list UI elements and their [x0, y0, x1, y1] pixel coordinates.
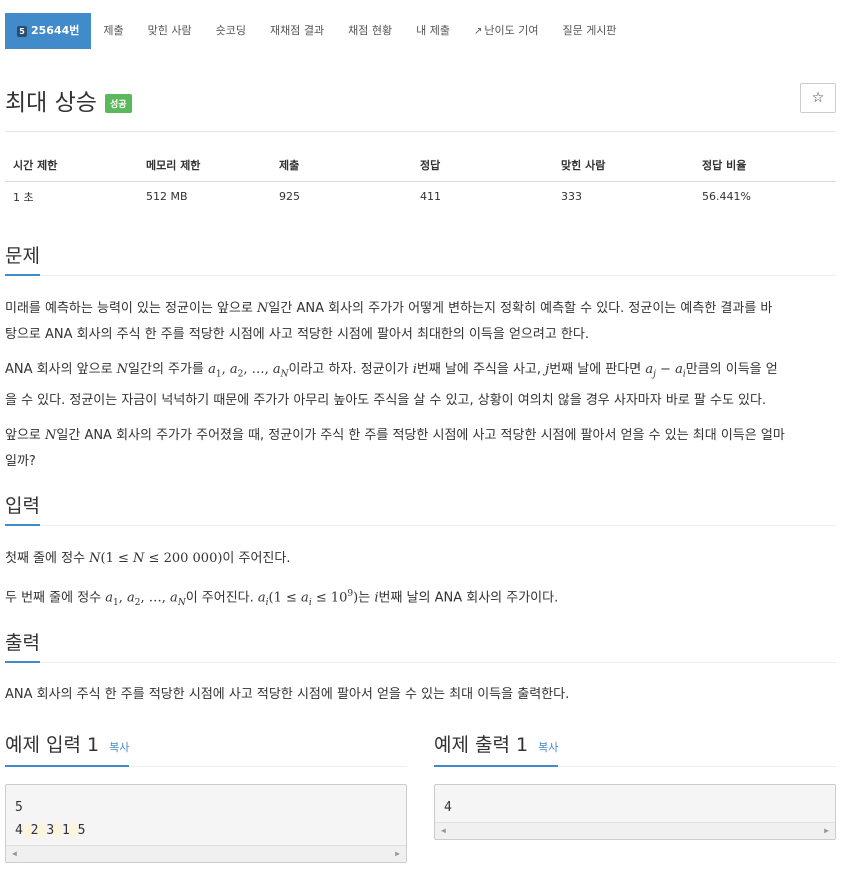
td-accepted: 411: [420, 190, 441, 204]
tier-badge-icon: 5: [17, 25, 27, 37]
th-accepted: 정답: [412, 150, 553, 182]
table-header-row: 시간 제한 메모리 제한 제출 정답 맞힌 사람 정답 비율: [5, 150, 836, 182]
problem-description: 미래를 예측하는 능력이 있는 정균이는 앞으로 N일간 ANA 회사의 주가가…: [5, 296, 836, 475]
output-description: ANA 회사의 주식 한 주를 적당한 시점에 사고 적당한 시점에 팔아서 얻…: [5, 682, 836, 708]
input-paragraph: 두 번째 줄에 정수 a1, a2, …, aN이 주어진다. ai(1 ≤ a…: [5, 589, 559, 608]
problem-info-table: 시간 제한 메모리 제한 제출 정답 맞힌 사람 정답 비율 1 초 512 M…: [5, 150, 836, 212]
scroll-left-icon[interactable]: ◀: [12, 849, 17, 858]
tab-shortest[interactable]: 숏코딩: [204, 13, 258, 49]
scroll-right-icon[interactable]: ▶: [824, 826, 829, 835]
sample-input-heading: 예제 입력 1 복사: [5, 730, 407, 767]
sample-input-line: 4 2 3 1 5: [15, 823, 86, 838]
input-paragraph: 첫째 줄에 정수 N(1 ≤ N ≤ 200 000)이 주어진다.: [5, 551, 291, 566]
problem-paragraph: ANA 회사의 앞으로 N일간의 주가를 a1, a2, …, aN이라고 하자…: [5, 362, 778, 408]
td-time-limit: 1 초: [13, 190, 34, 204]
star-button[interactable]: ☆: [800, 83, 836, 113]
sample-input-title: 예제 입력 1: [5, 734, 100, 756]
table-row: 1 초 512 MB 925 411 333 56.441%: [5, 181, 836, 212]
sample-output-box[interactable]: 4 ◀ ▶: [434, 784, 836, 840]
problem-paragraph: 앞으로 N일간 ANA 회사의 주가가 주어졌을 때, 정균이가 주식 한 주를…: [5, 427, 785, 469]
sample-output-title: 예제 출력 1: [434, 734, 529, 756]
tab-grading[interactable]: 채점 현황: [336, 13, 404, 49]
section-title: 출력: [5, 628, 40, 663]
star-icon: ☆: [811, 90, 825, 106]
sample-output-heading: 예제 출력 1 복사: [434, 730, 836, 767]
divider: [5, 131, 836, 132]
tab-board[interactable]: 질문 게시판: [550, 13, 628, 49]
tab-difficulty[interactable]: ↗ 난이도 기여: [462, 13, 551, 49]
tab-my-submissions[interactable]: 내 제출: [404, 13, 462, 49]
tab-submit[interactable]: 제출: [91, 13, 135, 49]
input-description: 첫째 줄에 정수 N(1 ≤ N ≤ 200 000)이 주어진다. 두 번째 …: [5, 546, 836, 616]
sample-input-line: 5: [15, 800, 23, 815]
th-solved-users: 맞힌 사람: [553, 150, 694, 182]
tab-solved-users[interactable]: 맞힌 사람: [136, 13, 204, 49]
output-paragraph: ANA 회사의 주식 한 주를 적당한 시점에 사고 적당한 시점에 팔아서 얻…: [5, 687, 570, 702]
copy-output-button[interactable]: 복사: [538, 741, 558, 754]
section-title: 문제: [5, 241, 40, 276]
th-submissions: 제출: [271, 150, 412, 182]
tab-problem[interactable]: 5 25644번: [5, 13, 92, 49]
problem-tabs: 5 25644번 제출 맞힌 사람 숏코딩 재채점 결과 채점 현황 내 제출 …: [5, 13, 629, 49]
title-row: 최대 상승 성공 ☆: [5, 83, 836, 116]
problem-paragraph: 미래를 예측하는 능력이 있는 정균이는 앞으로 N일간 ANA 회사의 주가가…: [5, 301, 773, 342]
external-link-icon: ↗: [473, 26, 483, 37]
section-output-heading: 출력: [5, 628, 836, 663]
tab-rejudge[interactable]: 재채점 결과: [258, 13, 336, 49]
scroll-left-icon[interactable]: ◀: [441, 826, 446, 835]
scroll-right-icon[interactable]: ▶: [395, 849, 400, 858]
tab-problem-label: 25644번: [31, 24, 80, 37]
td-memory-limit: 512 MB: [146, 190, 188, 204]
section-input-heading: 입력: [5, 491, 836, 526]
td-solved-users: 333: [561, 190, 582, 204]
sample-output-line: 4: [444, 800, 452, 815]
td-submissions: 925: [279, 190, 300, 204]
section-title: 입력: [5, 491, 40, 526]
td-ratio: 56.441%: [702, 190, 751, 204]
th-ratio: 정답 비율: [694, 150, 836, 182]
sample-input-box[interactable]: 5 4 2 3 1 5 ◀ ▶: [5, 784, 407, 863]
copy-input-button[interactable]: 복사: [109, 741, 129, 754]
th-time-limit: 시간 제한: [5, 150, 138, 182]
page-title: 최대 상승: [5, 90, 97, 116]
horizontal-scrollbar[interactable]: ◀ ▶: [435, 822, 835, 839]
status-badge: 성공: [104, 93, 132, 113]
th-memory-limit: 메모리 제한: [138, 150, 271, 182]
horizontal-scrollbar[interactable]: ◀ ▶: [6, 845, 406, 862]
section-problem-heading: 문제: [5, 241, 836, 276]
tab-difficulty-label: 난이도 기여: [484, 24, 539, 37]
